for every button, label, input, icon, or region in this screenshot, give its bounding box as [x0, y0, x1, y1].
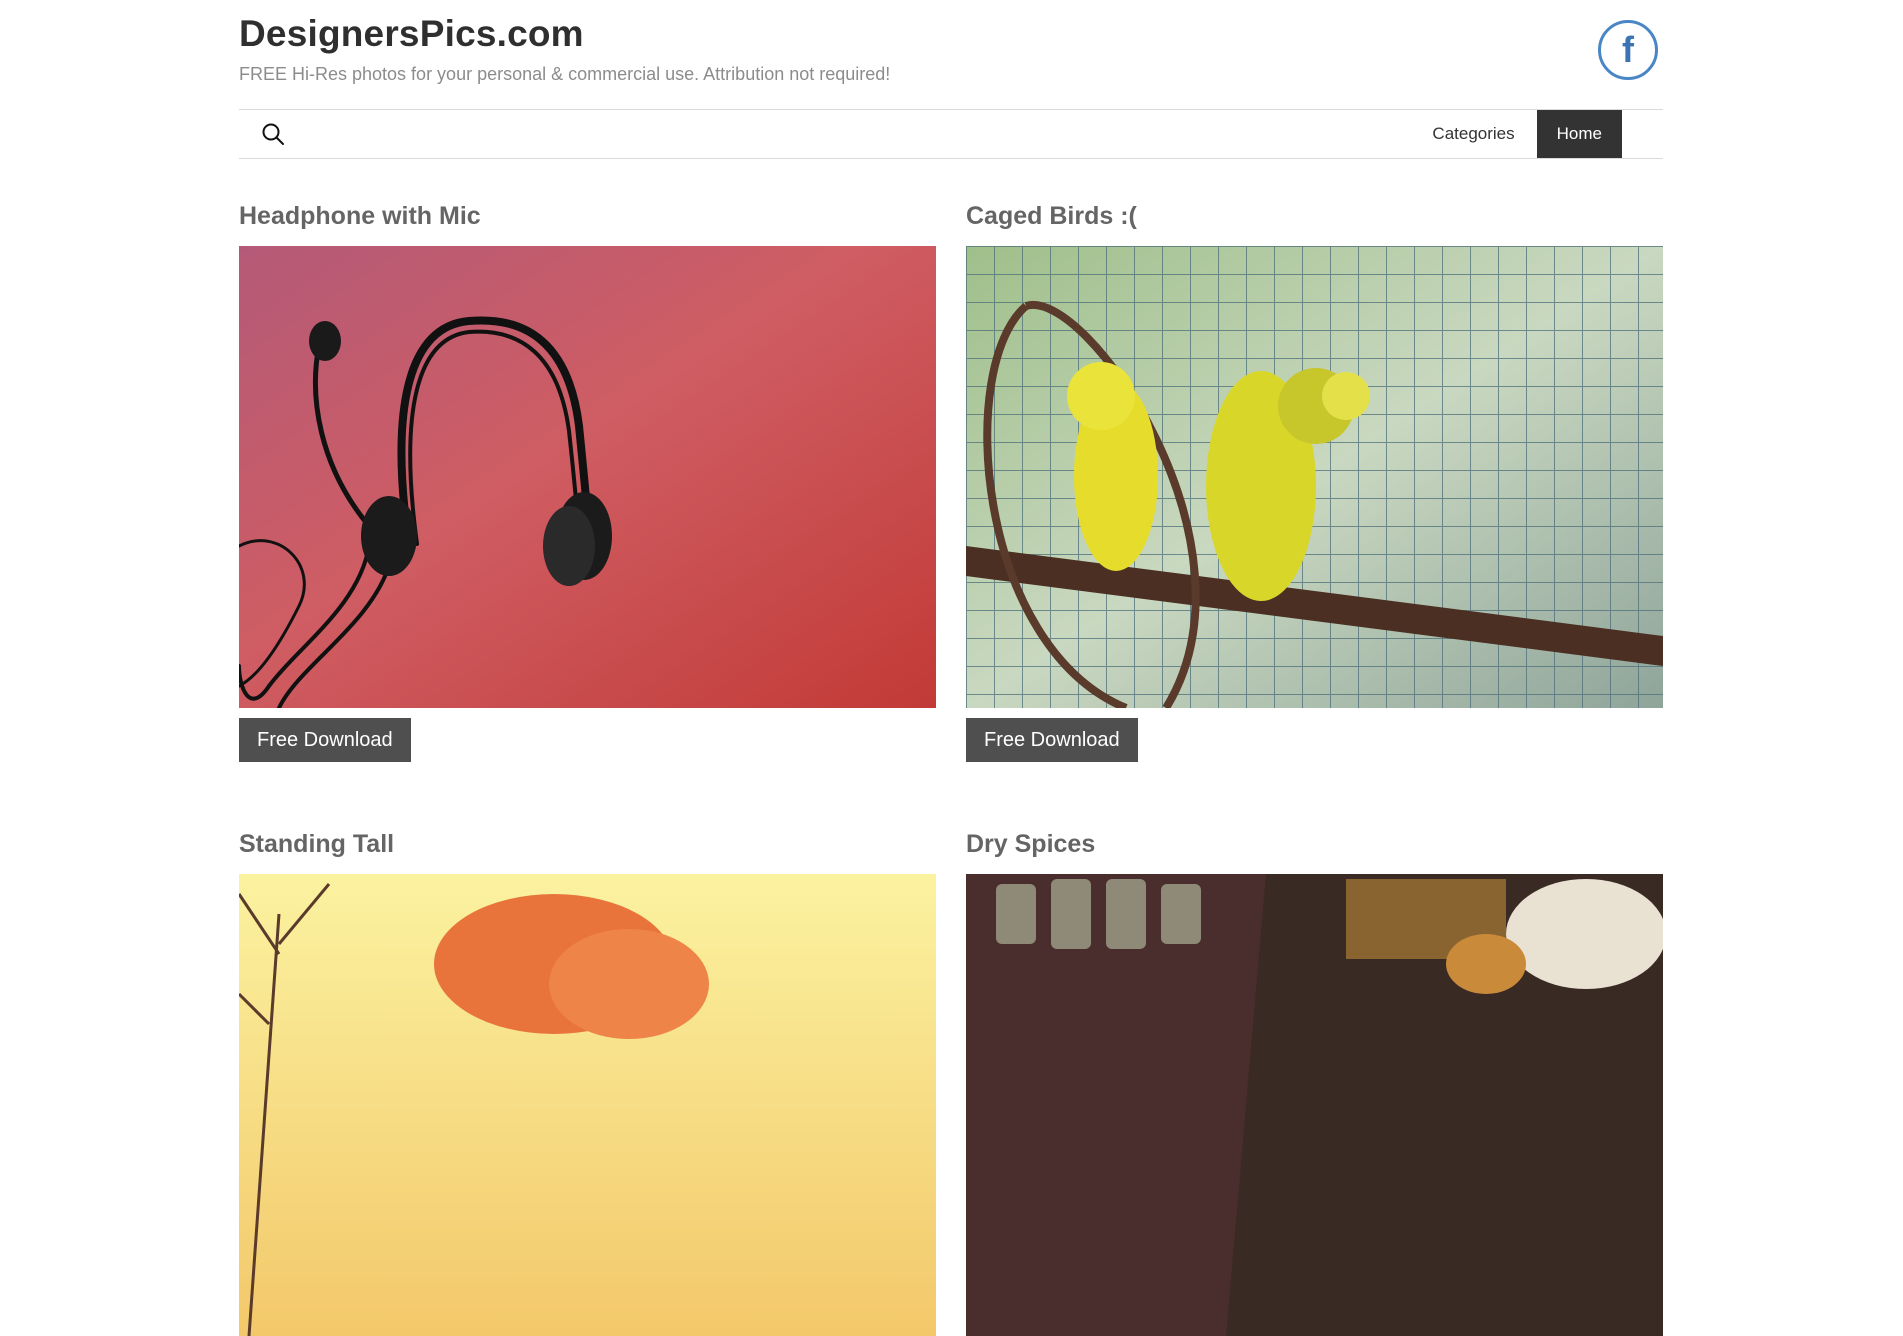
site-title[interactable]: DesignersPics.com	[239, 13, 584, 55]
post-image[interactable]	[239, 246, 936, 708]
post-card: Caged Birds :(Free Download	[966, 199, 1663, 762]
free-download-button[interactable]: Free Download	[239, 718, 411, 762]
free-download-button[interactable]: Free Download	[966, 718, 1138, 762]
site-tagline: FREE Hi-Res photos for your personal & c…	[239, 64, 891, 84]
post-image[interactable]	[239, 874, 936, 1336]
search-icon[interactable]	[261, 122, 285, 146]
post-title[interactable]: Headphone with Mic	[239, 199, 936, 234]
post-image[interactable]	[966, 246, 1663, 708]
site-header: DesignersPics.com FREE Hi-Res photos for…	[239, 0, 1663, 109]
page-wrapper: DesignersPics.com FREE Hi-Res photos for…	[239, 0, 1663, 1336]
facebook-icon[interactable]: f	[1598, 20, 1658, 80]
post-title[interactable]: Standing Tall	[239, 827, 936, 862]
post-title[interactable]: Caged Birds :(	[966, 199, 1663, 234]
nav-item-home[interactable]: Home	[1536, 110, 1622, 158]
main-nav: Categories Home	[239, 109, 1663, 159]
nav-item-categories[interactable]: Categories	[1410, 110, 1536, 158]
post-title[interactable]: Dry Spices	[966, 827, 1663, 862]
nav-menu: Categories Home	[1410, 110, 1622, 158]
post-card: Headphone with Mic Free Download	[239, 199, 936, 762]
post-card: Dry Spices	[966, 827, 1663, 1336]
post-image[interactable]	[966, 874, 1663, 1336]
post-card: Standing Tall	[239, 827, 936, 1336]
